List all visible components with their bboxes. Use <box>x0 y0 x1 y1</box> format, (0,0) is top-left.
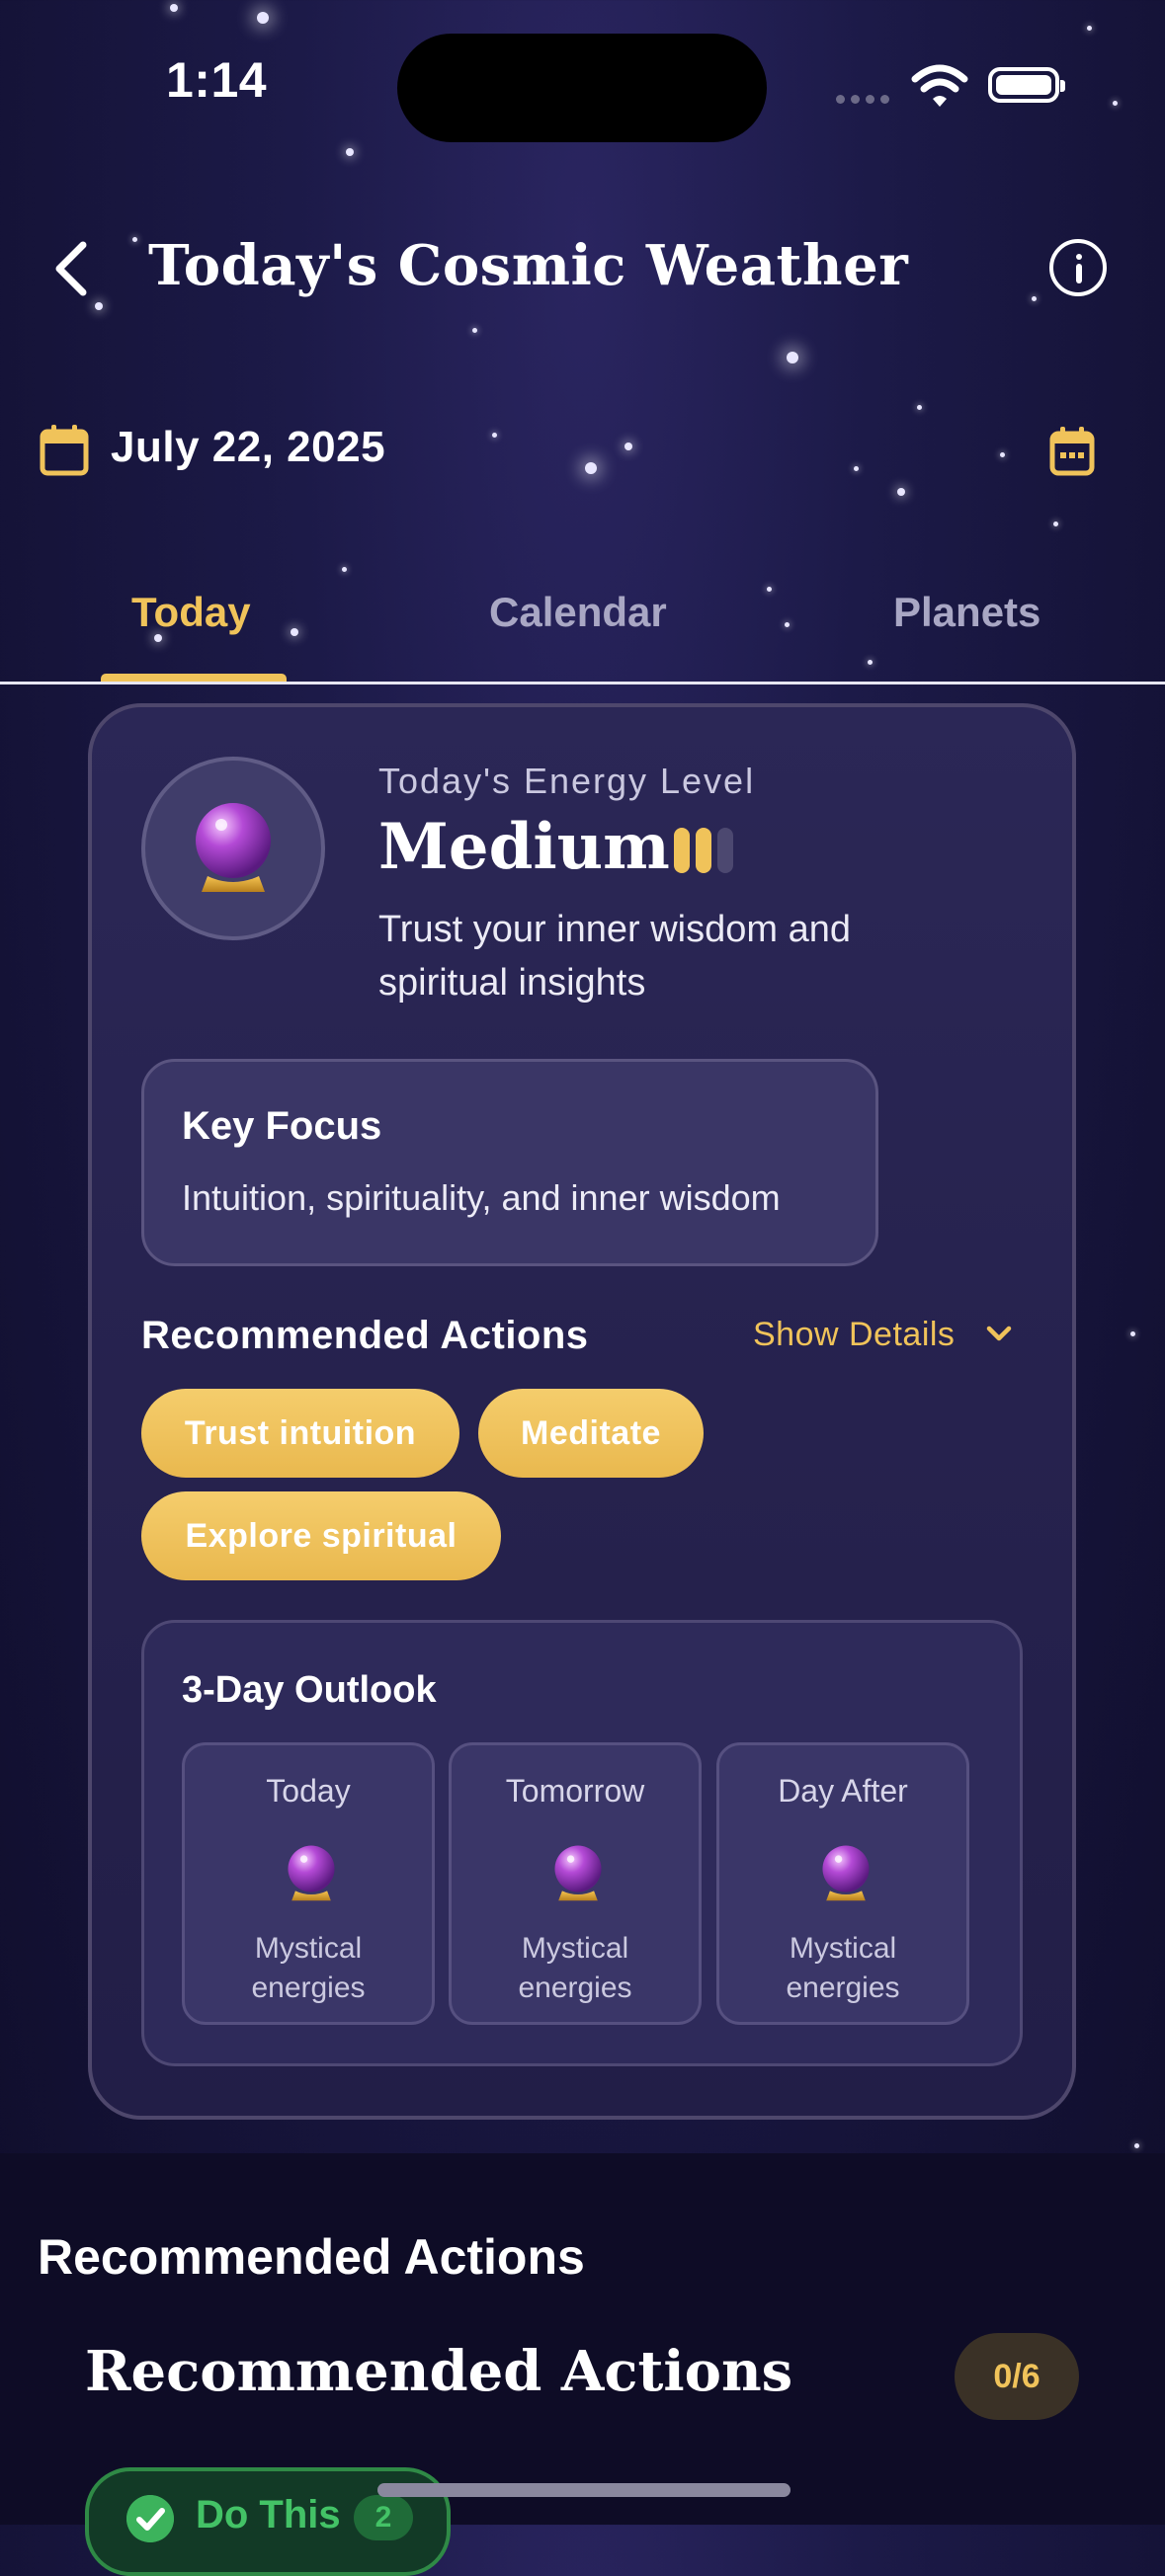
energy-description: Trust your inner wisdom and spiritual in… <box>378 909 852 1004</box>
star <box>291 628 298 636</box>
star <box>767 587 772 592</box>
energy-level-value: Medium <box>378 810 670 884</box>
status-time: 1:14 <box>166 52 268 108</box>
outlook-desc-line: Mystical <box>521 1932 629 1965</box>
star <box>917 405 922 410</box>
star <box>1130 1331 1135 1336</box>
energy-level-label: Today's Energy Level <box>378 761 756 801</box>
do-this-count-badge: 2 <box>354 2495 413 2540</box>
star <box>342 567 347 572</box>
star <box>624 443 632 450</box>
crystal-ball-icon <box>822 1845 870 1901</box>
back-chevron-icon[interactable] <box>49 237 93 300</box>
tab-divider <box>0 682 1165 684</box>
outlook-day-tomorrow[interactable]: Tomorrow Mystical energies <box>449 1742 702 2025</box>
outlook-desc-line: energies <box>251 1972 366 2004</box>
home-indicator[interactable] <box>377 2483 791 2497</box>
outlook-day-name: Tomorrow <box>505 1773 645 1809</box>
chevron-down-icon[interactable] <box>986 1324 1012 1345</box>
star <box>257 12 269 24</box>
outlook-day-name: Today <box>266 1773 351 1809</box>
outlook-day-description: Mystical energies <box>719 1929 966 2008</box>
tab-today[interactable]: Today <box>131 589 251 636</box>
actions-panel-title: Recommended Actions <box>85 2339 793 2404</box>
energy-orb-badge <box>141 757 325 940</box>
dynamic-island <box>397 34 767 142</box>
outlook-desc-line: energies <box>786 1972 900 2004</box>
star <box>132 237 137 242</box>
action-pill-meditate[interactable]: Meditate <box>478 1389 704 1478</box>
star <box>95 302 103 310</box>
outlook-day-description: Mystical energies <box>452 1929 699 2008</box>
outlook-desc-line: Mystical <box>789 1932 897 1965</box>
energy-bar <box>717 828 733 873</box>
recommended-actions-title: Recommended Actions <box>141 1314 589 1357</box>
current-date: July 22, 2025 <box>111 423 386 471</box>
star <box>346 148 354 156</box>
outlook-day-name: Day After <box>778 1773 908 1809</box>
crystal-ball-icon <box>288 1845 335 1901</box>
battery-icon <box>988 67 1065 103</box>
actions-progress-badge: 0/6 <box>955 2333 1079 2420</box>
star <box>1087 26 1092 31</box>
do-this-label: Do This <box>196 2493 341 2536</box>
star <box>868 660 873 665</box>
tab-planets[interactable]: Planets <box>893 589 1040 636</box>
star <box>1053 522 1058 526</box>
star <box>785 622 790 627</box>
page-title: Today's Cosmic Weather <box>148 233 909 298</box>
key-focus-box <box>141 1059 878 1266</box>
energy-level-bars <box>674 828 733 873</box>
star <box>585 462 597 474</box>
star <box>1032 296 1037 301</box>
action-pill-trust-intuition[interactable]: Trust intuition <box>141 1389 459 1478</box>
outlook-day-today[interactable]: Today Mystical energies <box>182 1742 435 2025</box>
star <box>170 4 178 12</box>
star <box>1113 101 1118 106</box>
star <box>897 488 905 496</box>
crystal-ball-icon <box>196 803 271 892</box>
outlook-title: 3-Day Outlook <box>182 1669 437 1711</box>
info-icon[interactable] <box>1049 239 1107 296</box>
star <box>854 466 859 471</box>
cellular-signal-icon <box>836 95 889 104</box>
section-title: Recommended Actions <box>38 2229 585 2285</box>
outlook-day-description: Mystical energies <box>185 1929 432 2008</box>
star <box>492 433 497 438</box>
energy-bar <box>696 828 711 873</box>
star <box>1000 452 1005 457</box>
outlook-day-day-after[interactable]: Day After Mystical energies <box>716 1742 969 2025</box>
star <box>787 352 798 363</box>
crystal-ball-icon <box>554 1845 602 1901</box>
star <box>1134 2143 1139 2148</box>
calendar-icon <box>40 425 89 476</box>
checkmark-icon <box>126 2495 174 2542</box>
energy-bar <box>674 828 690 873</box>
tab-calendar[interactable]: Calendar <box>489 589 667 636</box>
action-pill-explore-spiritual[interactable]: Explore spiritual <box>141 1491 501 1580</box>
outlook-desc-line: Mystical <box>254 1932 363 1965</box>
outlook-desc-line: energies <box>518 1972 632 2004</box>
star <box>472 328 477 333</box>
calendar-picker-icon[interactable] <box>1049 427 1095 476</box>
wifi-icon <box>911 64 968 107</box>
key-focus-title: Key Focus <box>182 1104 382 1148</box>
show-details-button[interactable]: Show Details <box>753 1316 955 1354</box>
key-focus-text: Intuition, spirituality, and inner wisdo… <box>182 1177 781 1218</box>
